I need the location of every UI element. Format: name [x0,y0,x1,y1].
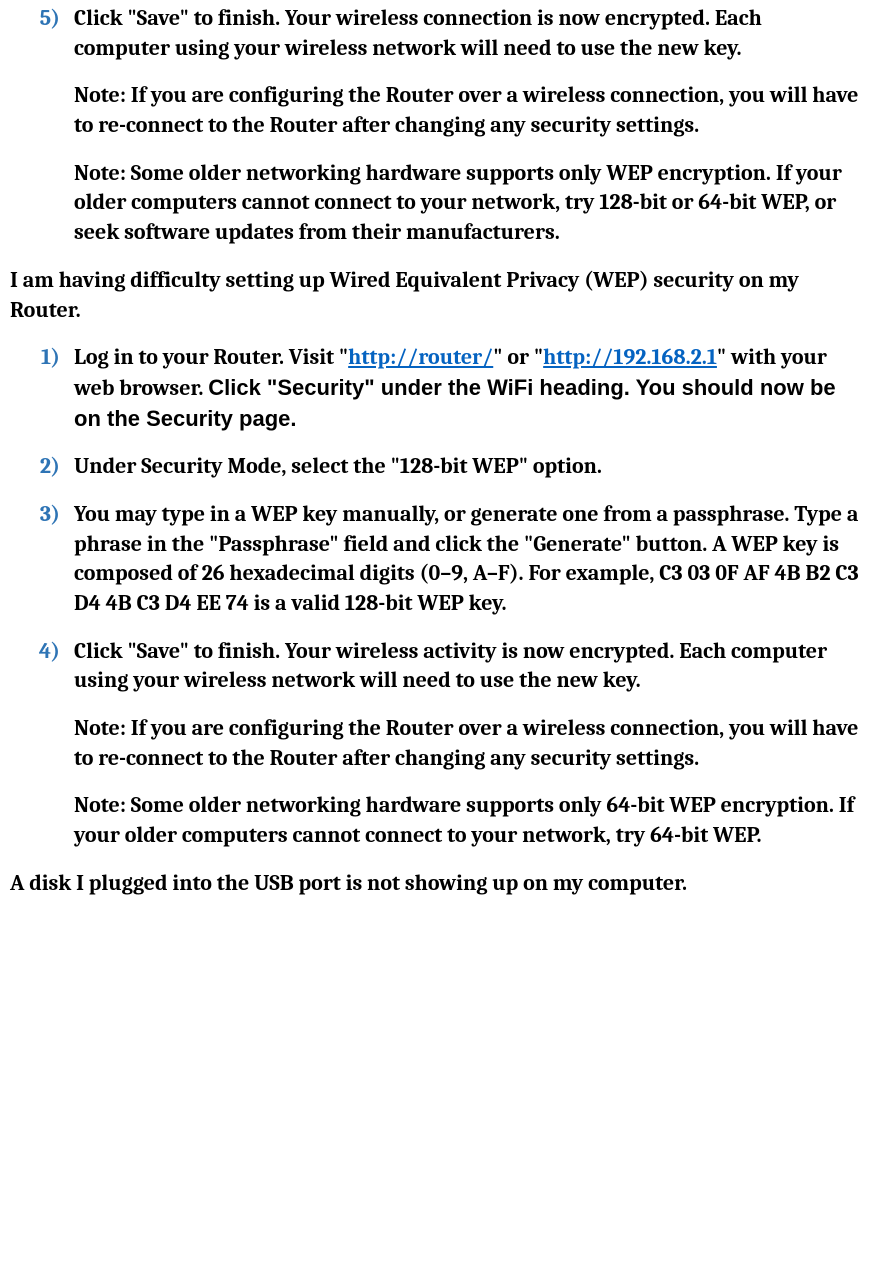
text-run: Click " [208,375,277,400]
paragraph: You may type in a WEP key manually, or g… [74,500,859,619]
list-item-content: Click "Save" to finish. Your wireless ac… [74,637,859,851]
list-item: 4) Click "Save" to finish. Your wireless… [10,637,859,851]
list-item-content: You may type in a WEP key manually, or g… [74,500,859,619]
section-heading-wep: I am having difficulty setting up Wired … [10,266,859,325]
list-item: 3) You may type in a WEP key manually, o… [10,500,859,619]
paragraph: Click "Save" to finish. Your wireless ac… [74,637,859,696]
paragraph: Note: Some older networking hardware sup… [74,159,859,248]
section-heading-usb: A disk I plugged into the USB port is no… [10,869,859,899]
paragraph: Note: If you are configuring the Router … [74,714,859,773]
paragraph: Note: Some older networking hardware sup… [74,791,859,850]
list-item-content: Click "Save" to finish. Your wireless co… [74,4,859,248]
paragraph: Log in to your Router. Visit "http://rou… [74,343,859,434]
ordered-list-top: 5) Click "Save" to finish. Your wireless… [10,4,859,248]
list-item-content: Log in to your Router. Visit "http://rou… [74,343,859,434]
list-item: 5) Click "Save" to finish. Your wireless… [10,4,859,248]
list-item: 2) Under Security Mode, select the "128-… [10,452,859,482]
paragraph: Under Security Mode, select the "128-bit… [74,452,859,482]
text-run: Log in to your Router. Visit " [74,344,348,370]
list-item: 1) Log in to your Router. Visit "http://… [10,343,859,434]
router-link[interactable]: http://router/ [348,344,493,370]
text-run: " or " [493,344,543,370]
list-item-content: Under Security Mode, select the "128-bit… [74,452,859,482]
ordered-list-wep: 1) Log in to your Router. Visit "http://… [10,343,859,851]
list-marker: 3) [10,500,74,619]
list-marker: 2) [10,452,74,482]
text-run: Security [277,375,364,400]
paragraph: Click "Save" to finish. Your wireless co… [74,4,859,63]
list-marker: 4) [10,637,74,851]
paragraph: Note: If you are configuring the Router … [74,81,859,140]
list-marker: 1) [10,343,74,434]
router-ip-link[interactable]: http://192.168.2.1 [543,344,717,370]
list-marker: 5) [10,4,74,248]
